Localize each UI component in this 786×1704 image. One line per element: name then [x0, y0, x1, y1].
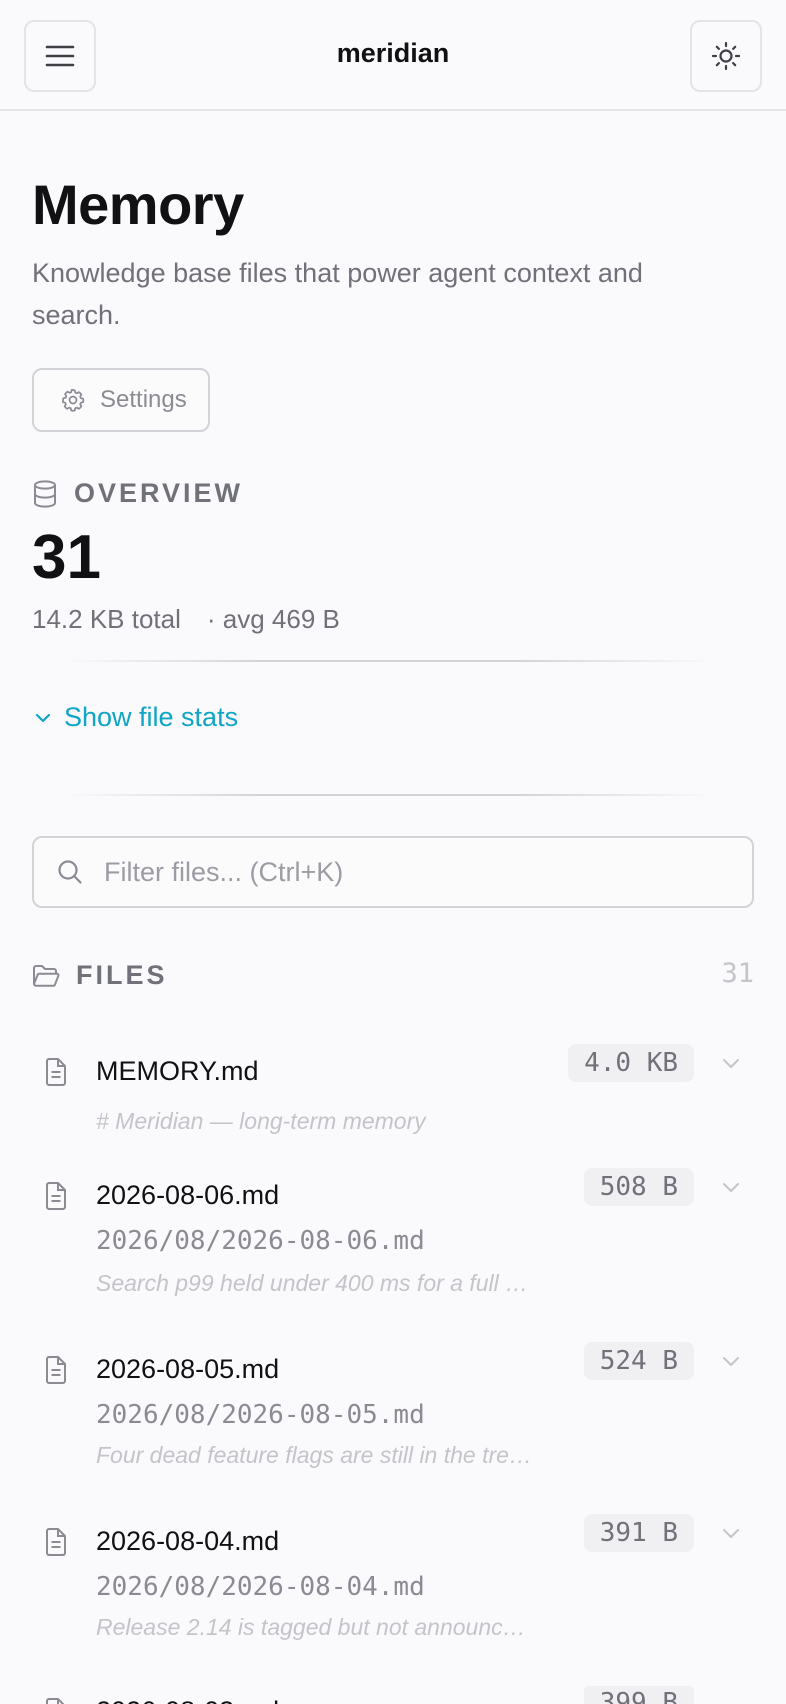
file-filter-box[interactable]	[32, 836, 754, 908]
files-header: FILES	[32, 960, 168, 991]
file-path: 2026/08/2026-08-05.md	[96, 1400, 425, 1430]
total-size: 14.2 KB total	[32, 604, 181, 634]
file-size-badge: 524 B	[583, 1342, 694, 1380]
file-list-item[interactable]: MEMORY.md # Meridian — long-term memory …	[32, 1044, 754, 1154]
file-name: 2026-08-05.md	[96, 1354, 280, 1384]
sun-icon	[711, 41, 741, 71]
file-size-badge: 4.0 KB	[568, 1044, 694, 1082]
top-bar: meridian	[0, 0, 786, 111]
settings-button[interactable]: Settings	[32, 368, 210, 432]
file-name: 2026-08-04.md	[96, 1526, 280, 1556]
show-file-stats-toggle[interactable]: Show file stats	[34, 702, 238, 733]
page-subtitle: Knowledge base files that power agent co…	[32, 258, 643, 330]
file-text-icon	[46, 1356, 66, 1384]
chevron-down-icon[interactable]	[720, 1052, 742, 1074]
show-file-stats-label: Show file stats	[64, 702, 239, 732]
file-text-icon	[46, 1528, 66, 1556]
file-list-item[interactable]: 2026-08-03.md 399 B	[32, 1686, 754, 1704]
chevron-down-icon[interactable]	[720, 1350, 742, 1372]
file-list-item[interactable]: 2026-08-04.md 2026/08/2026-08-04.md Rele…	[32, 1514, 754, 1674]
file-count: 31	[32, 523, 101, 592]
chevron-down-icon[interactable]	[720, 1522, 742, 1544]
file-text-icon	[46, 1058, 66, 1086]
file-name: 2026-08-06.md	[96, 1180, 280, 1210]
divider	[64, 660, 714, 662]
divider	[64, 794, 714, 796]
average-size: · avg 469 B	[206, 604, 340, 634]
gear-icon	[62, 389, 85, 412]
files-count: 31	[721, 958, 754, 989]
file-preview: Release 2.14 is tagged but not announc…	[96, 1614, 526, 1640]
file-preview: Search p99 held under 400 ms for a full …	[96, 1270, 529, 1296]
overview-meta: 14.2 KB total · avg 469 B	[32, 604, 340, 635]
app-title: meridian	[336, 38, 450, 68]
file-text-icon	[46, 1182, 66, 1210]
file-preview: Four dead feature flags are still in the…	[96, 1442, 532, 1468]
file-name: 2026-08-03.md	[96, 1696, 279, 1704]
file-preview: # Meridian — long-term memory	[96, 1108, 426, 1134]
file-text-icon	[46, 1698, 65, 1704]
search-icon	[58, 860, 82, 884]
file-path: 2026/08/2026-08-06.md	[96, 1226, 425, 1256]
folder-open-icon	[33, 964, 60, 987]
database-icon	[34, 479, 56, 508]
chevron-down-icon[interactable]	[720, 1176, 742, 1198]
file-path: 2026/08/2026-08-04.md	[96, 1572, 425, 1602]
overview-label: OVERVIEW	[74, 478, 244, 508]
theme-toggle-button[interactable]	[690, 20, 762, 92]
file-filter-input[interactable]	[104, 856, 704, 888]
file-size-badge: 508 B	[583, 1168, 694, 1206]
settings-label: Settings	[100, 386, 187, 413]
overview-header: OVERVIEW	[32, 478, 243, 509]
file-size-badge: 391 B	[583, 1514, 694, 1552]
file-list-item[interactable]: 2026-08-06.md 2026/08/2026-08-06.md Sear…	[32, 1168, 754, 1328]
file-size-badge: 399 B	[583, 1686, 694, 1704]
chevron-down-icon	[35, 713, 51, 722]
files-label: FILES	[76, 960, 168, 990]
file-name: MEMORY.md	[96, 1056, 259, 1086]
page-title: Memory	[32, 173, 244, 236]
file-list-item[interactable]: 2026-08-05.md 2026/08/2026-08-05.md Four…	[32, 1342, 754, 1502]
